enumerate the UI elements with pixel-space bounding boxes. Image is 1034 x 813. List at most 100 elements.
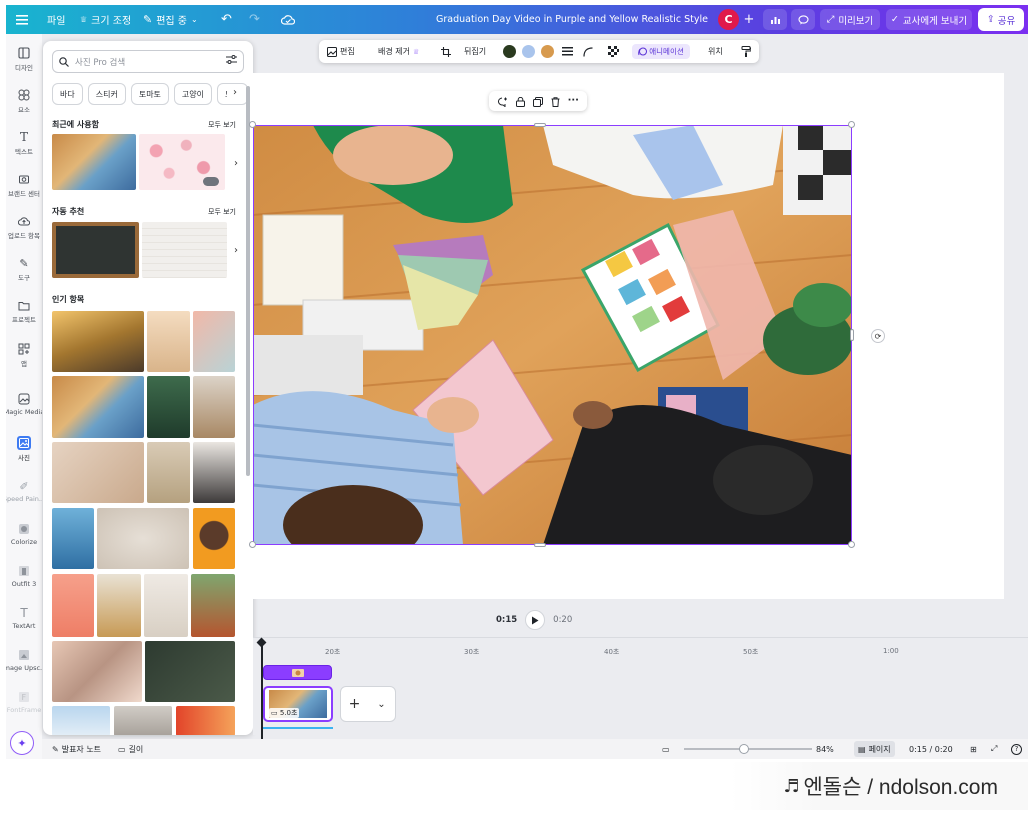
resize-handle-top-left[interactable] [249,121,256,128]
rotate-handle[interactable]: ⟳ [871,329,885,343]
color-swatch-light-blue[interactable] [522,45,535,58]
popular-thumb-21[interactable] [176,706,235,735]
more-icon[interactable]: ··· [568,96,579,106]
edit-photo-button[interactable]: 편집 [327,40,355,63]
rail-item-design[interactable]: 디자인 [6,46,42,72]
chips-next-arrow[interactable]: › [227,87,243,98]
position-button[interactable]: 위치 [708,40,723,63]
fit-view-button[interactable]: ▭ [662,739,670,759]
menu-button[interactable] [16,5,28,34]
photo-search-input[interactable]: 사진 Pro 검색 [52,50,244,73]
rail-item-apps[interactable]: 앱 [6,342,42,368]
chip-tomato[interactable]: 토마토 [130,83,169,105]
comment-add-icon[interactable] [497,92,508,111]
duration-button[interactable]: ▭ 길이 [118,739,143,759]
resize-handle-right[interactable] [850,329,854,341]
play-button[interactable] [525,610,546,630]
filter-icon[interactable] [226,55,237,68]
color-swatch-dark-green[interactable] [503,45,516,58]
pages-button[interactable]: ▤ 페이지 [854,741,895,757]
fullscreen-button[interactable]: ⤢ [991,739,997,759]
popular-thumb-9[interactable] [193,442,235,503]
rail-item-uploads[interactable]: 업로드 항목 [6,214,42,240]
magic-assistant-button[interactable]: ✦ [10,731,34,755]
chevron-down-icon[interactable]: ⌄ [368,699,395,710]
recent-see-all[interactable]: 모두 보기 [208,120,236,130]
document-title[interactable]: Graduation Day Video in Purple and Yello… [436,5,708,34]
speaker-notes-button[interactable]: ✎ 발표자 노트 [52,739,101,759]
duplicate-icon[interactable] [532,92,543,111]
rail-item-photos[interactable]: 사진 [6,436,42,462]
rail-item-fontframe[interactable]: F FontFrame [6,690,42,714]
popular-thumb-5[interactable] [147,376,190,438]
resize-handle-bottom-right[interactable] [848,541,855,548]
chip-sticker[interactable]: 스티커 [87,83,126,105]
popular-thumb-11[interactable] [97,508,189,569]
popular-thumb-12[interactable] [193,508,235,569]
share-button[interactable]: ⇪ 공유 [978,8,1024,31]
recent-next-arrow[interactable]: › [229,156,243,170]
popular-thumb-4[interactable] [52,376,144,438]
help-button[interactable]: ? [1011,739,1022,759]
animation-track[interactable] [263,665,332,680]
comment-button[interactable] [791,9,815,30]
add-page-button[interactable]: + ⌄ [340,686,396,722]
corner-radius-button[interactable] [583,40,593,63]
redo-button[interactable]: ↷ [249,5,260,34]
rail-item-outfit[interactable]: Outfit 3 [6,564,42,588]
color-swatch-orange[interactable] [541,45,554,58]
resize-handle-top-right[interactable] [848,121,855,128]
rail-item-textart[interactable]: T TextArt [6,606,42,630]
undo-button[interactable]: ↶ [221,5,232,34]
rail-item-colorize[interactable]: Colorize [6,522,42,546]
popular-thumb-13[interactable] [52,574,94,637]
grid-view-button[interactable]: ⊞ [970,739,977,759]
remove-bg-button[interactable]: 배경 제거 ♕ [378,40,419,63]
popular-thumb-19[interactable] [52,706,110,735]
delete-icon[interactable] [551,92,560,111]
edit-mode-menu[interactable]: ✎ 편집 중 ⌄ [143,5,198,34]
add-collaborator-button[interactable]: + [741,9,757,30]
zoom-slider-knob[interactable] [739,744,750,754]
chip-cat[interactable]: 고양이 [173,83,213,105]
rail-item-text[interactable]: T 텍스트 [6,130,42,156]
zoom-value[interactable]: 84% [816,739,834,759]
border-style-button[interactable] [562,40,573,63]
chip-ocean[interactable]: 바다 [52,83,83,105]
panel-scrollbar[interactable] [246,86,250,476]
flip-button[interactable]: 뒤집기 [464,40,486,63]
auto-thumb-chalkboard[interactable] [52,222,139,278]
playhead[interactable] [261,641,263,739]
copy-style-button[interactable] [741,40,751,63]
popular-thumb-14[interactable] [97,574,141,637]
popular-thumb-16[interactable] [191,574,235,637]
rail-item-tools[interactable]: ✎ 도구 [6,256,42,283]
file-menu[interactable]: 파일 [47,5,65,34]
popular-thumb-15[interactable] [144,574,188,637]
selected-photo[interactable] [253,125,852,545]
avatar[interactable]: C [718,9,739,30]
popular-thumb-20[interactable] [114,706,172,735]
rail-item-upscaler[interactable]: Image Upsc... [6,648,42,672]
popular-thumb-3[interactable] [193,311,235,372]
resize-handle-top[interactable] [534,123,546,127]
auto-thumb-wood[interactable] [142,222,227,278]
popular-thumb-10[interactable] [52,508,94,569]
preview-button[interactable]: ⤢ 미리보기 [820,9,880,30]
recent-thumb-petals[interactable] [139,134,225,190]
recent-thumb-desk[interactable] [52,134,136,190]
popular-thumb-17[interactable] [52,641,142,702]
auto-next-arrow[interactable]: › [229,243,243,257]
popular-thumb-18[interactable] [145,641,235,702]
rail-item-elements[interactable]: 요소 [6,88,42,114]
rail-item-magic-media[interactable]: Magic Media [6,392,42,416]
send-teacher-button[interactable]: ✓ 교사에게 보내기 [886,9,972,30]
animate-button[interactable]: 애니메이션 [632,44,690,59]
resize-handle-bottom-left[interactable] [249,541,256,548]
transparency-button[interactable] [608,40,619,63]
popular-thumb-8[interactable] [147,442,190,503]
timeline-clip[interactable]: ▭ 5.0초 [263,686,333,722]
insights-button[interactable] [763,9,787,30]
lock-icon[interactable] [515,92,525,111]
resize-handle-bottom[interactable] [534,543,546,547]
